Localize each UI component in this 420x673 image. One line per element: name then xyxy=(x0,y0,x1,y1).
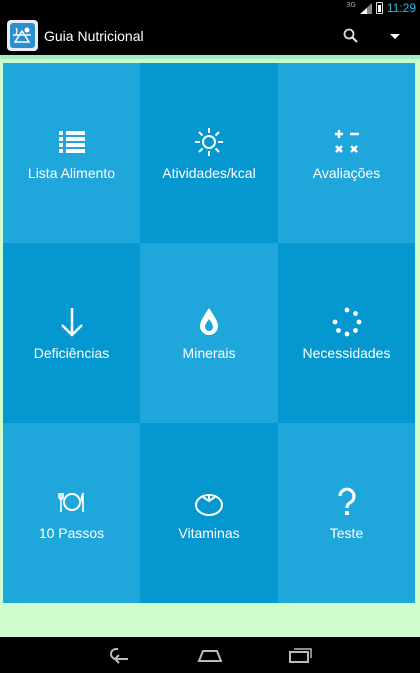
list-icon xyxy=(58,131,85,153)
status-icons: 3G 11:29 xyxy=(346,0,416,16)
network-type: 3G xyxy=(345,1,356,9)
plate-cutlery-icon xyxy=(57,492,84,512)
battery-icon xyxy=(375,2,383,14)
tile-label: Teste xyxy=(329,525,364,541)
app-logo-icon[interactable] xyxy=(7,20,38,51)
sun-icon xyxy=(195,128,223,156)
tile-label: Necessidades xyxy=(302,345,391,361)
tile-10-passos[interactable]: 10 Passos xyxy=(3,423,140,603)
tile-label: Lista Alimento xyxy=(27,165,116,181)
tile-avaliacoes[interactable]: Avaliações xyxy=(278,63,415,243)
menu-grid: Lista Alimento Atividades/kcal Avaliaçõe… xyxy=(3,63,415,603)
tile-label: Avaliações xyxy=(312,165,381,181)
main-content: Lista Alimento Atividades/kcal Avaliaçõe… xyxy=(0,55,420,637)
tile-minerais[interactable]: Minerais xyxy=(140,243,278,423)
arrow-down-icon xyxy=(60,308,83,337)
tile-label: 10 Passos xyxy=(38,525,105,541)
system-nav-bar xyxy=(0,637,420,673)
loading-dots-icon xyxy=(332,307,361,337)
home-icon[interactable] xyxy=(196,645,224,665)
tile-label: Vitaminas xyxy=(178,525,240,541)
tomato-icon xyxy=(195,494,223,516)
search-icon[interactable] xyxy=(340,25,362,47)
status-bar: 3G 11:29 xyxy=(0,0,420,16)
back-icon[interactable] xyxy=(106,645,134,665)
tile-label: Atividades/kcal xyxy=(162,165,256,181)
tile-label: Minerais xyxy=(182,345,236,361)
signal-icon xyxy=(359,2,372,14)
overflow-dropdown-icon[interactable] xyxy=(384,25,406,47)
question-mark-icon xyxy=(337,487,356,515)
water-drop-icon xyxy=(200,308,218,335)
tile-vitaminas[interactable]: Vitaminas xyxy=(140,423,278,603)
tile-label: Deficiências xyxy=(33,345,110,361)
clock: 11:29 xyxy=(386,1,416,15)
tile-deficiencias[interactable]: Deficiências xyxy=(3,243,140,423)
recent-apps-icon[interactable] xyxy=(286,645,314,665)
tile-teste[interactable]: Teste xyxy=(278,423,415,603)
tile-atividades-kcal[interactable]: Atividades/kcal xyxy=(140,63,278,243)
calculator-icon xyxy=(334,130,359,153)
tile-lista-alimento[interactable]: Lista Alimento xyxy=(3,63,140,243)
action-bar: Guia Nutricional xyxy=(0,16,420,55)
tile-necessidades[interactable]: Necessidades xyxy=(278,243,415,423)
app-title: Guia Nutricional xyxy=(44,28,144,44)
